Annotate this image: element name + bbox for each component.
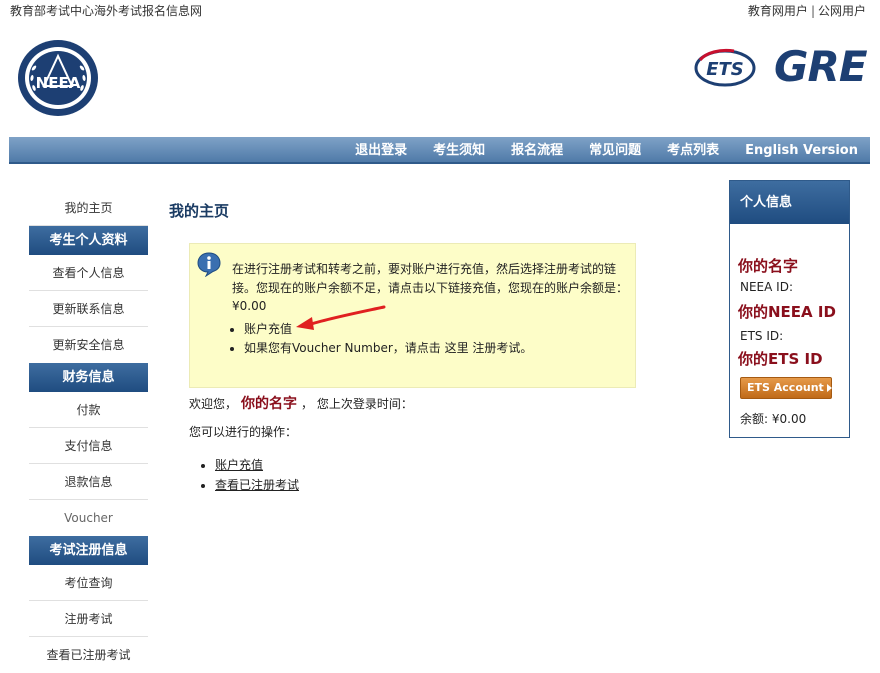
play-arrow-icon [826,384,832,392]
operations-label: 您可以进行的操作： [189,425,298,439]
info-icon [197,252,221,277]
sidebar-item-view-profile[interactable]: 查看个人信息 [29,255,148,291]
sidebar-item-update-security[interactable]: 更新安全信息 [29,327,148,363]
nav-item-faq: 常见问题 [589,137,641,164]
nav-item-notice: 考生须知 [433,137,485,164]
sidebar-item-view-registered[interactable]: 查看已注册考试 [29,637,148,673]
neea-id-value: 你的NEEA ID [738,303,836,321]
operation-link-recharge[interactable]: 账户充值 [215,458,263,472]
nav-item-centers: 考点列表 [667,137,719,164]
sidebar-item-voucher[interactable]: Voucher [29,500,148,536]
neea-id-label: NEEA ID: [740,280,793,294]
nav-link-centers[interactable]: 考点列表 [667,143,719,158]
annotation-arrow [296,305,386,330]
operations-list: 账户充值 查看已注册考试 [215,455,299,495]
user-link-separator: | [810,4,815,18]
top-bar: 教育部考试中心海外考试报名信息网 教育网用户 | 公网用户 [0,0,880,20]
welcome-prefix: 欢迎您， [189,397,238,411]
notice-item-recharge: 账户充值 [244,320,532,339]
site-title: 教育部考试中心海外考试报名信息网 [10,4,203,18]
notice-text: 在进行注册考试和转考之前，要对账户进行充值，然后选择注册考试的链接。您现在的账户… [232,262,629,313]
nav-item-logout: 退出登录 [355,137,407,164]
page-title: 我的主页 [169,202,230,220]
operation-item-recharge: 账户充值 [215,455,299,475]
nav-list: 退出登录 考生须知 报名流程 常见问题 考点列表 English Version [329,137,858,164]
profile-balance: 余额: ¥0.00 [740,412,807,426]
nav-link-faq[interactable]: 常见问题 [589,143,641,158]
gre-logo: GRE [774,42,868,91]
notice-list: 账户充值 如果您有Voucher Number，请点击 这里 注册考试。 [244,320,532,357]
sidebar-item-payment[interactable]: 付款 [29,392,148,428]
user-links: 教育网用户 | 公网用户 [748,2,866,19]
sidebar-item-register-test[interactable]: 注册考试 [29,601,148,637]
nav-item-english: English Version [745,137,858,164]
neea-logo-text: NEEA [36,74,81,92]
welcome-line: 欢迎您， 你的名字， 您上次登录时间： [189,393,413,413]
profile-name: 你的名字 [738,257,799,275]
welcome-suffix: ， 您上次登录时间： [301,397,413,411]
ets-account-button[interactable]: ETS Account [740,377,832,399]
profile-header: 个人信息 [730,181,849,224]
notice-box: 在进行注册考试和转考之前，要对账户进行充值，然后选择注册考试的链接。您现在的账户… [189,243,636,388]
sidebar-section-finance: 财务信息 [29,363,148,392]
nav-link-process[interactable]: 报名流程 [511,143,563,158]
ets-logo: ETS [694,48,756,87]
ets-id-value: 你的ETS ID [738,350,823,368]
sidebar-item-seat-search[interactable]: 考位查询 [29,565,148,601]
operation-item-view-registered: 查看已注册考试 [215,475,299,495]
sidebar-section-profile: 考生个人资料 [29,226,148,255]
nav-link-logout[interactable]: 退出登录 [355,143,407,158]
notice-link-recharge[interactable]: 账户充值 [244,322,292,336]
ets-logo-text: ETS [706,59,744,80]
ets-id-label: ETS ID: [740,329,784,343]
sidebar-section-registration: 考试注册信息 [29,536,148,565]
nav-item-process: 报名流程 [511,137,563,164]
sidebar-item-home[interactable]: 我的主页 [29,190,148,226]
notice-item-voucher[interactable]: 如果您有Voucher Number，请点击 这里 注册考试。 [244,339,532,358]
edu-user-link[interactable]: 教育网用户 [748,4,808,18]
sidebar-item-payment-info[interactable]: 支付信息 [29,428,148,464]
sidebar-item-update-contact[interactable]: 更新联系信息 [29,291,148,327]
welcome-name: 你的名字 [241,396,298,412]
profile-panel: 个人信息 你的名字 NEEA ID: 你的NEEA ID ETS ID: 你的E… [729,180,850,438]
ets-account-button-label: ETS Account [747,381,824,394]
public-user-link[interactable]: 公网用户 [818,4,866,18]
sidebar: 我的主页 考生个人资料 查看个人信息 更新联系信息 更新安全信息 财务信息 付款… [29,190,148,673]
neea-logo: NEEA [18,40,98,116]
operation-link-view-registered[interactable]: 查看已注册考试 [215,478,299,492]
nav-link-notice[interactable]: 考生须知 [433,143,485,158]
main-nav: 退出登录 考生须知 报名流程 常见问题 考点列表 English Version [9,137,870,164]
sidebar-item-refund-info[interactable]: 退款信息 [29,464,148,500]
nav-link-english[interactable]: English Version [745,143,858,158]
